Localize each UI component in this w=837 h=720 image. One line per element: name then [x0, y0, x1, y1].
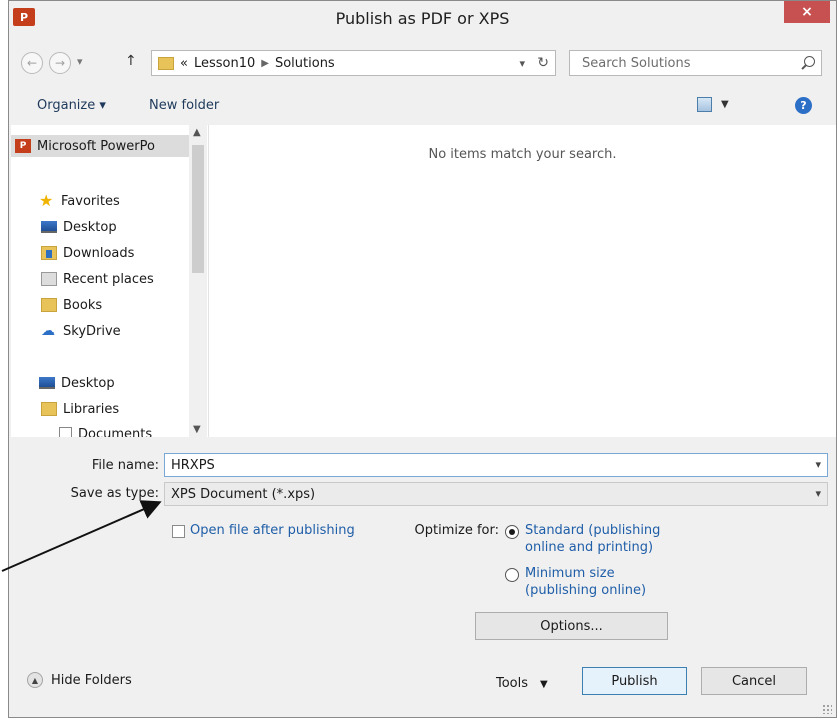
address-bar[interactable]: « Lesson10 ▶ Solutions ▾ ↻ [151, 50, 556, 76]
tools-dropdown-icon: ▼ [540, 679, 548, 690]
close-button[interactable]: × [784, 1, 830, 23]
scroll-down-icon[interactable]: ▼ [193, 424, 201, 435]
save-as-type-select[interactable]: XPS Document (*.xps) ▾ [164, 482, 828, 506]
command-bar: Organize ▾ New folder ▼ ? [9, 89, 836, 125]
navigation-pane-scrollbar[interactable]: ▲ ▼ [189, 125, 207, 437]
optimize-minimum-label-line2[interactable]: (publishing online) [525, 583, 646, 599]
desktop-icon [41, 221, 57, 233]
nav-item-label: Desktop [61, 375, 115, 391]
desktop-icon [39, 377, 55, 389]
collapse-icon: ▲ [27, 672, 43, 688]
optimize-standard-label-line2[interactable]: online and printing) [525, 540, 653, 556]
options-button[interactable]: Options... [475, 612, 668, 640]
hide-folders-toggle[interactable]: ▲ Hide Folders [27, 672, 132, 688]
nav-item-label: Books [63, 297, 103, 313]
nav-item-desktop-root[interactable]: Desktop [11, 372, 115, 394]
nav-item-label: SkyDrive [63, 323, 121, 339]
open-after-publishing-checkbox[interactable] [172, 525, 185, 538]
optimize-minimum-radio[interactable] [505, 568, 519, 582]
nav-item-favorites[interactable]: ★ Favorites [11, 190, 120, 212]
forward-arrow-icon: → [54, 56, 66, 70]
nav-item-label: Documents [78, 426, 153, 438]
skydrive-icon: ☁ [41, 323, 55, 339]
libraries-icon [41, 402, 57, 416]
nav-item-documents[interactable]: Documents [11, 423, 152, 437]
nav-item-label: Recent places [63, 271, 154, 287]
empty-results-message: No items match your search. [428, 147, 617, 162]
organize-menu[interactable]: Organize ▾ [37, 98, 106, 113]
new-folder-button[interactable]: New folder [149, 98, 219, 113]
nav-item-label: Downloads [63, 245, 135, 261]
refresh-icon[interactable]: ↻ [537, 55, 549, 71]
up-button[interactable]: ↑ [125, 53, 137, 69]
nav-item-powerpoint[interactable]: P Microsoft PowerPo [11, 135, 191, 157]
back-arrow-icon: ← [26, 56, 38, 70]
save-as-type-value: XPS Document (*.xps) [171, 486, 316, 502]
downloads-icon [41, 246, 57, 260]
dialog-title: Publish as PDF or XPS [335, 9, 510, 28]
file-name-dropdown-icon[interactable]: ▾ [815, 458, 821, 471]
optimize-for-label: Optimize for: [414, 523, 499, 538]
search-placeholder: Search Solutions [582, 55, 691, 71]
change-view-icon[interactable] [697, 97, 712, 112]
nav-item-label: Favorites [61, 193, 120, 209]
address-dropdown-icon[interactable]: ▾ [519, 57, 525, 70]
resize-grip-icon[interactable] [822, 704, 832, 714]
help-icon[interactable]: ? [795, 97, 812, 114]
nav-item-label: Microsoft PowerPo [37, 138, 155, 154]
optimize-minimum-label[interactable]: Minimum size [525, 566, 615, 582]
nav-item-label: Desktop [63, 219, 117, 235]
optimize-standard-label[interactable]: Standard (publishing [525, 523, 660, 539]
file-name-input[interactable]: HRXPS ▾ [164, 453, 828, 477]
optimize-standard-radio[interactable] [505, 525, 519, 539]
scroll-up-icon[interactable]: ▲ [193, 127, 201, 138]
scrollbar-thumb[interactable] [192, 145, 204, 273]
breadcrumb-separator-icon[interactable]: ▶ [261, 58, 269, 69]
breadcrumb-overflow[interactable]: « [180, 56, 188, 71]
breadcrumb-lesson10[interactable]: Lesson10 [194, 56, 255, 71]
folder-icon [158, 56, 174, 70]
publish-button[interactable]: Publish [582, 667, 687, 695]
publish-dialog: P Publish as PDF or XPS × ← → ▾ ↑ « Less… [8, 0, 837, 718]
forward-button[interactable]: → [49, 52, 71, 74]
cancel-button[interactable]: Cancel [701, 667, 807, 695]
title-bar: P Publish as PDF or XPS × [9, 1, 836, 37]
save-as-type-dropdown-icon[interactable]: ▾ [815, 487, 821, 500]
star-icon: ★ [39, 191, 54, 210]
recent-places-icon [41, 272, 57, 286]
navigation-bar: ← → ▾ ↑ « Lesson10 ▶ Solutions ▾ ↻ Searc… [9, 37, 836, 89]
navigation-pane: P Microsoft PowerPo ★ Favorites Desktop … [11, 125, 209, 437]
nav-item-skydrive[interactable]: ☁ SkyDrive [11, 320, 121, 342]
search-icon[interactable] [804, 56, 815, 67]
breadcrumb-solutions[interactable]: Solutions [275, 56, 335, 71]
nav-item-libraries[interactable]: Libraries [11, 398, 119, 420]
hide-folders-label: Hide Folders [51, 672, 132, 688]
tools-menu[interactable]: Tools ▼ [496, 676, 548, 691]
nav-item-recent-places[interactable]: Recent places [11, 268, 154, 290]
nav-item-downloads[interactable]: Downloads [11, 242, 134, 264]
file-name-label: File name: [91, 458, 159, 473]
documents-icon [59, 427, 72, 437]
folder-icon [41, 298, 57, 312]
open-after-publishing-label[interactable]: Open file after publishing [190, 523, 355, 539]
file-name-value: HRXPS [171, 457, 215, 473]
nav-item-desktop[interactable]: Desktop [11, 216, 117, 238]
file-list[interactable]: No items match your search. [209, 125, 836, 437]
tools-label: Tools [496, 676, 529, 691]
nav-item-label: Libraries [63, 401, 120, 417]
back-button[interactable]: ← [21, 52, 43, 74]
view-options-dropdown-icon[interactable]: ▼ [721, 99, 729, 110]
powerpoint-icon: P [15, 139, 31, 153]
search-box[interactable]: Search Solutions [569, 50, 822, 76]
nav-item-books[interactable]: Books [11, 294, 102, 316]
recent-locations-dropdown[interactable]: ▾ [77, 55, 83, 68]
save-as-type-label: Save as type: [70, 486, 159, 501]
